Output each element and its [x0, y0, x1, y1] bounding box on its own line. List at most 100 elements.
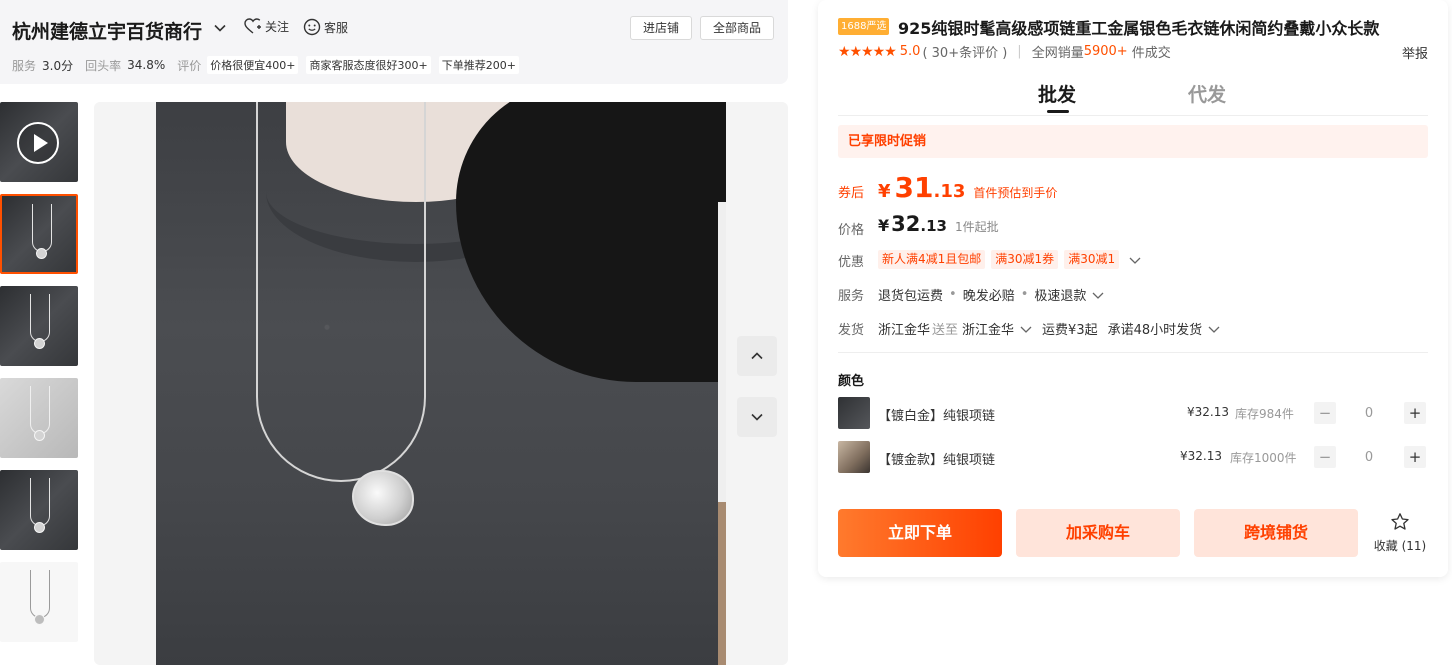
image-next-button[interactable] — [737, 397, 777, 437]
rating-row: ★★★★★ 5.0 ( 30+条评价 ) | 全网销量 5900+ 件成交 — [838, 42, 1171, 62]
tab-dropship[interactable]: 代发 — [1188, 80, 1226, 107]
qty-value[interactable]: 0 — [1349, 406, 1389, 421]
after-coupon-note: 首件预估到手价 — [973, 186, 1058, 200]
service-list[interactable]: 退货包运费 • 晚发必赔 • 极速退款 — [878, 285, 1104, 304]
chevron-down-icon[interactable] — [1129, 254, 1141, 266]
sku-thumbnail[interactable] — [838, 397, 870, 429]
strict-select-badge: 1688严选 — [838, 18, 890, 35]
pendant-shape — [34, 338, 45, 349]
service-score-value: 3.0分 — [42, 58, 74, 73]
image-prev-button[interactable] — [737, 336, 777, 376]
product-title: 925纯银时髦高级感项链重工金属银色毛衣链休闲简约叠戴小众长款 — [898, 19, 1380, 38]
sku-thumbnail[interactable] — [838, 441, 870, 473]
buy-now-button[interactable]: 立即下单 — [838, 509, 1002, 557]
necklace-shape — [30, 570, 50, 618]
thumbnail-image[interactable] — [0, 194, 78, 274]
divider — [838, 352, 1428, 353]
price-int: 32 — [891, 212, 921, 236]
qty-plus-button[interactable]: + — [1404, 446, 1426, 468]
chevron-down-icon[interactable] — [214, 22, 226, 34]
pendant — [352, 470, 414, 526]
shop-name[interactable]: 杭州建德立宇百货商行 — [12, 17, 202, 44]
price-label: 价格 — [838, 223, 865, 238]
after-coupon-label: 券后 — [838, 186, 865, 201]
pendant-shape — [36, 248, 47, 259]
play-icon — [17, 122, 59, 164]
qty-plus-button[interactable]: + — [1404, 402, 1426, 424]
coupon-tag[interactable]: 新人满4减1且包邮 — [878, 250, 986, 269]
pendant-shape — [34, 430, 45, 441]
favorite-text: 收藏 — [1373, 539, 1398, 553]
shipping-promise: 承诺48小时发货 — [1107, 323, 1203, 338]
necklace-chain — [256, 102, 426, 482]
necklace-shape — [30, 386, 50, 434]
sku-name: 【镀白金】纯银项链 — [878, 409, 996, 424]
review-tag[interactable]: 下单推荐200+ — [438, 56, 519, 74]
review-tag[interactable]: 商家客服态度很好300+ — [306, 56, 431, 74]
shipping-fee: 运费¥3起 — [1042, 323, 1098, 338]
star-icon: ★★★★★ — [838, 43, 897, 60]
enter-store-button[interactable]: 进店铺 — [630, 16, 692, 40]
favorite-button[interactable]: 收藏 (11) — [1372, 512, 1428, 554]
background-floor — [718, 502, 726, 665]
after-coupon-dec: .13 — [933, 181, 966, 202]
ship-to[interactable]: 浙江金华 — [962, 319, 1014, 338]
thumbnail-image[interactable] — [0, 562, 78, 642]
sku-row: 【镀金款】纯银项链 ¥32.13 库存1000件 − 0 + — [838, 441, 1428, 475]
currency-symbol: ¥ — [878, 216, 890, 235]
thumbnail-image[interactable] — [0, 378, 78, 458]
favorite-count: (11) — [1401, 539, 1427, 553]
qty-minus-button[interactable]: − — [1314, 402, 1336, 424]
service-item: 极速退款 — [1034, 289, 1087, 304]
follow-label: 关注 — [265, 20, 290, 34]
coupon-tag[interactable]: 满30减1券 — [991, 250, 1059, 269]
cross-border-listing-button[interactable]: 跨境铺货 — [1194, 509, 1358, 557]
repurchase-value: 34.8% — [127, 58, 166, 72]
sku-name: 【镀金款】纯银项链 — [878, 453, 996, 468]
ship-to-label: 送至 — [932, 323, 959, 338]
smile-chat-icon — [303, 18, 321, 36]
purchase-mode-tabs: 批发 代发 — [838, 80, 1428, 116]
sku-stock: 库存1000件 — [1230, 451, 1297, 465]
min-order: 1件起批 — [954, 220, 999, 234]
all-products-button[interactable]: 全部商品 — [700, 16, 774, 40]
service-score-label: 服务 — [12, 58, 37, 73]
currency-symbol: ¥ — [878, 181, 891, 202]
shipping-label: 发货 — [838, 323, 865, 338]
follow-button[interactable]: 关注 — [244, 18, 289, 35]
color-title: 颜色 — [838, 374, 865, 389]
service-label: 服务 — [838, 289, 865, 304]
sku-row: 【镀白金】纯银项链 ¥32.13 库存984件 − 0 + — [838, 397, 1428, 431]
add-to-cart-button[interactable]: 加采购车 — [1016, 509, 1180, 557]
after-coupon-int: 31 — [894, 171, 934, 204]
dot-separator: • — [1020, 287, 1029, 302]
report-link[interactable]: 举报 — [1402, 43, 1428, 62]
chevron-down-icon[interactable] — [1208, 323, 1220, 335]
thumbnail-image[interactable] — [0, 286, 78, 366]
shop-header: 杭州建德立宇百货商行 关注 客服 进店铺 全部商品 服务 3.0分 回头率 34… — [0, 0, 788, 84]
tab-wholesale[interactable]: 批发 — [1038, 80, 1076, 113]
service-item: 晚发必赔 — [962, 289, 1015, 304]
sales-value: 5900+ — [1083, 44, 1128, 59]
chevron-down-icon[interactable] — [1020, 323, 1032, 335]
review-tag[interactable]: 价格很便宜400+ — [207, 56, 299, 74]
thumbnail-image[interactable] — [0, 470, 78, 550]
sku-price: ¥32.13 — [1187, 405, 1229, 419]
customer-service-button[interactable]: 客服 — [303, 18, 348, 36]
chevron-down-icon[interactable] — [1092, 289, 1104, 301]
main-product-image[interactable] — [156, 102, 726, 665]
thumbnail-video[interactable] — [0, 102, 78, 182]
coupon-tag[interactable]: 满30减1 — [1064, 250, 1120, 269]
coupon-list[interactable]: 新人满4减1且包邮 满30减1券 满30减1 — [878, 250, 1141, 269]
sku-price: ¥32.13 — [1180, 449, 1222, 463]
qty-minus-button[interactable]: − — [1314, 446, 1336, 468]
divider: | — [1017, 44, 1022, 59]
after-coupon-price: 券后 ¥ 31 .13 首件预估到手价 — [838, 171, 1057, 204]
necklace-shape — [32, 204, 52, 252]
qty-value[interactable]: 0 — [1349, 450, 1389, 465]
review-count[interactable]: ( 30+条评价 ) — [922, 42, 1007, 61]
product-info-panel: 1688严选 925纯银时髦高级感项链重工金属银色毛衣链休闲简约叠戴小众长款 ★… — [818, 0, 1448, 577]
hair-shape — [456, 102, 726, 382]
heart-plus-icon — [244, 18, 261, 34]
promo-banner: 已享限时促销 — [838, 125, 1428, 158]
